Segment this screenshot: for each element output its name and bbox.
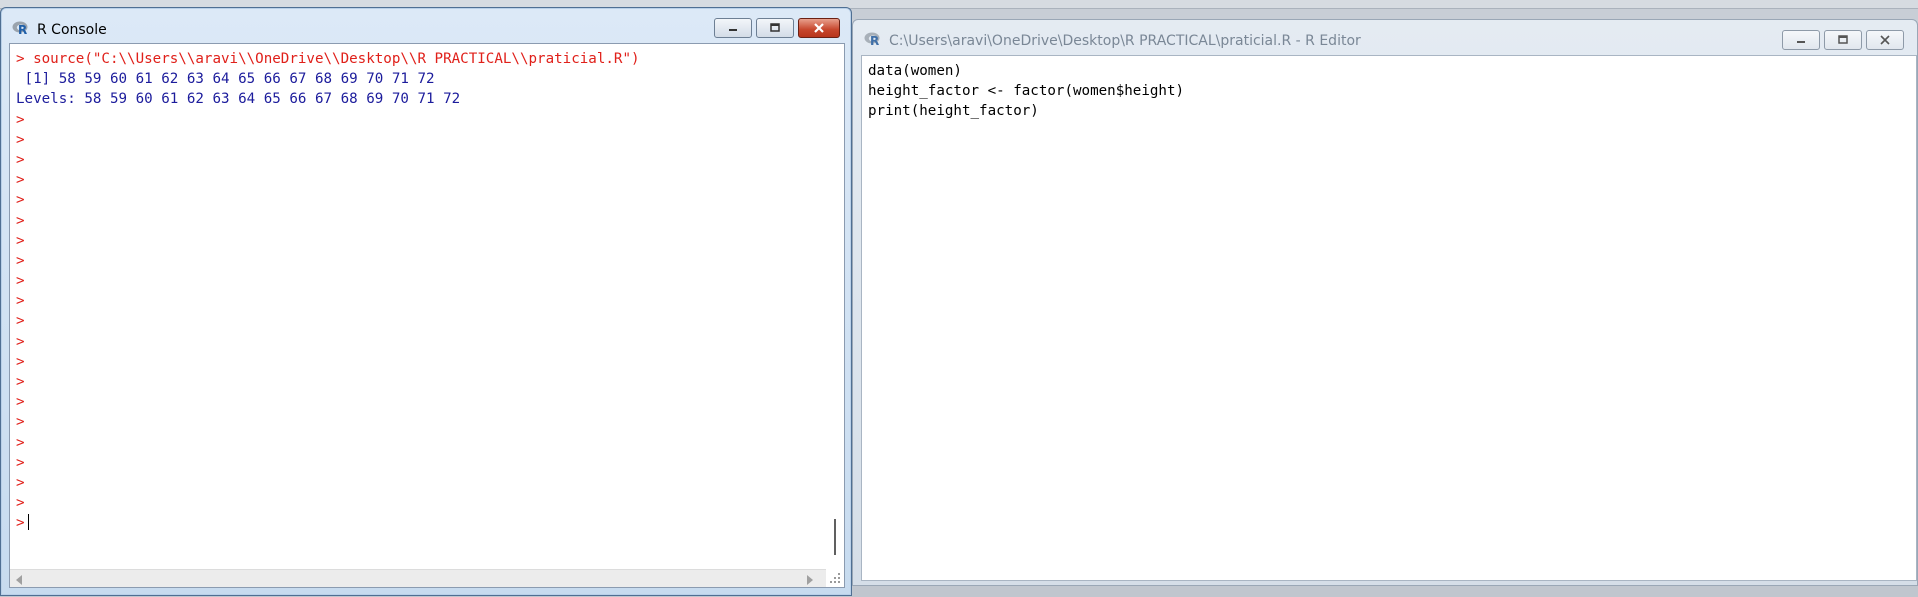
- console-command-line: >: [16, 293, 25, 310]
- console-command-line: >: [16, 333, 25, 350]
- r-logo-icon: R: [864, 32, 880, 46]
- r-logo-icon: R: [12, 21, 28, 35]
- maximize-icon: [1838, 35, 1848, 44]
- console-command-line: >: [16, 495, 25, 512]
- console-command-line: >: [16, 474, 25, 491]
- editor-text-area[interactable]: data(women) height_factor <- factor(women…: [861, 55, 1917, 581]
- console-command-line: >: [16, 151, 25, 168]
- console-command-line: >: [16, 374, 25, 390]
- console-command-line: >: [16, 192, 25, 209]
- console-command-line: >: [16, 172, 25, 189]
- minimize-icon: [729, 29, 737, 31]
- editor-maximize-button[interactable]: [1824, 30, 1862, 50]
- minimize-icon: [1797, 41, 1805, 43]
- console-horizontal-scrollbar[interactable]: [10, 569, 826, 587]
- console-output-line: Levels: 58 59 60 61 62 63 64 65 66 67 68…: [16, 91, 461, 108]
- close-icon: [814, 23, 824, 33]
- editor-title: C:\Users\aravi\OneDrive\Desktop\R PRACTI…: [889, 33, 1361, 49]
- svg-text:R: R: [870, 34, 879, 46]
- console-command-line: >: [16, 111, 25, 128]
- scroll-right-arrow-icon[interactable]: [807, 575, 813, 585]
- console-titlebar[interactable]: R R Console: [1, 8, 851, 40]
- resize-grip-icon[interactable]: [828, 571, 842, 585]
- maximize-icon: [770, 23, 780, 32]
- editor-code-line: data(women): [868, 63, 962, 79]
- console-command-line: >: [16, 131, 25, 148]
- console-command-line: >: [16, 212, 25, 229]
- console-command-line: > source("C:\\Users\\aravi\\OneDrive\\De…: [16, 51, 640, 67]
- console-scroll-thumb[interactable]: [834, 519, 836, 555]
- console-command-line: >: [16, 313, 25, 330]
- scroll-left-arrow-icon[interactable]: [16, 575, 22, 585]
- console-command-line: >: [16, 394, 25, 411]
- console-command-line: >: [16, 252, 25, 269]
- console-vertical-scrollbar[interactable]: [826, 44, 844, 569]
- r-editor-window[interactable]: R C:\Users\aravi\OneDrive\Desktop\R PRAC…: [852, 19, 1918, 586]
- svg-text:R: R: [18, 23, 27, 35]
- editor-close-button[interactable]: [1866, 30, 1904, 50]
- text-cursor: [27, 514, 29, 531]
- editor-titlebar[interactable]: R C:\Users\aravi\OneDrive\Desktop\R PRAC…: [853, 20, 1917, 54]
- console-minimize-button[interactable]: [714, 18, 752, 38]
- editor-code-line: print(height_factor): [868, 103, 1039, 120]
- console-command-line: >: [16, 434, 25, 451]
- console-command-line: >: [16, 414, 25, 431]
- r-console-window[interactable]: R R Console > source("C:\\Users\\aravi\\…: [0, 7, 852, 596]
- console-prompt: >: [16, 515, 25, 532]
- console-maximize-button[interactable]: [756, 18, 794, 38]
- console-command-line: >: [16, 232, 25, 249]
- editor-code-line: height_factor <- factor(women$height): [868, 83, 1185, 100]
- console-command-line: >: [16, 353, 25, 370]
- console-command-line: >: [16, 454, 25, 471]
- editor-minimize-button[interactable]: [1782, 30, 1820, 50]
- editor-code[interactable]: data(women) height_factor <- factor(women…: [868, 61, 1184, 122]
- console-close-button[interactable]: [798, 18, 840, 38]
- console-title: R Console: [37, 22, 107, 38]
- close-icon: [1880, 35, 1890, 45]
- console-output-area[interactable]: > source("C:\\Users\\aravi\\OneDrive\\De…: [9, 43, 845, 588]
- console-input-line[interactable]: >: [16, 513, 640, 533]
- console-output-line: [1] 58 59 60 61 62 63 64 65 66 67 68 69 …: [16, 71, 435, 88]
- console-text[interactable]: > source("C:\\Users\\aravi\\OneDrive\\De…: [16, 49, 640, 534]
- console-command-line: >: [16, 273, 25, 290]
